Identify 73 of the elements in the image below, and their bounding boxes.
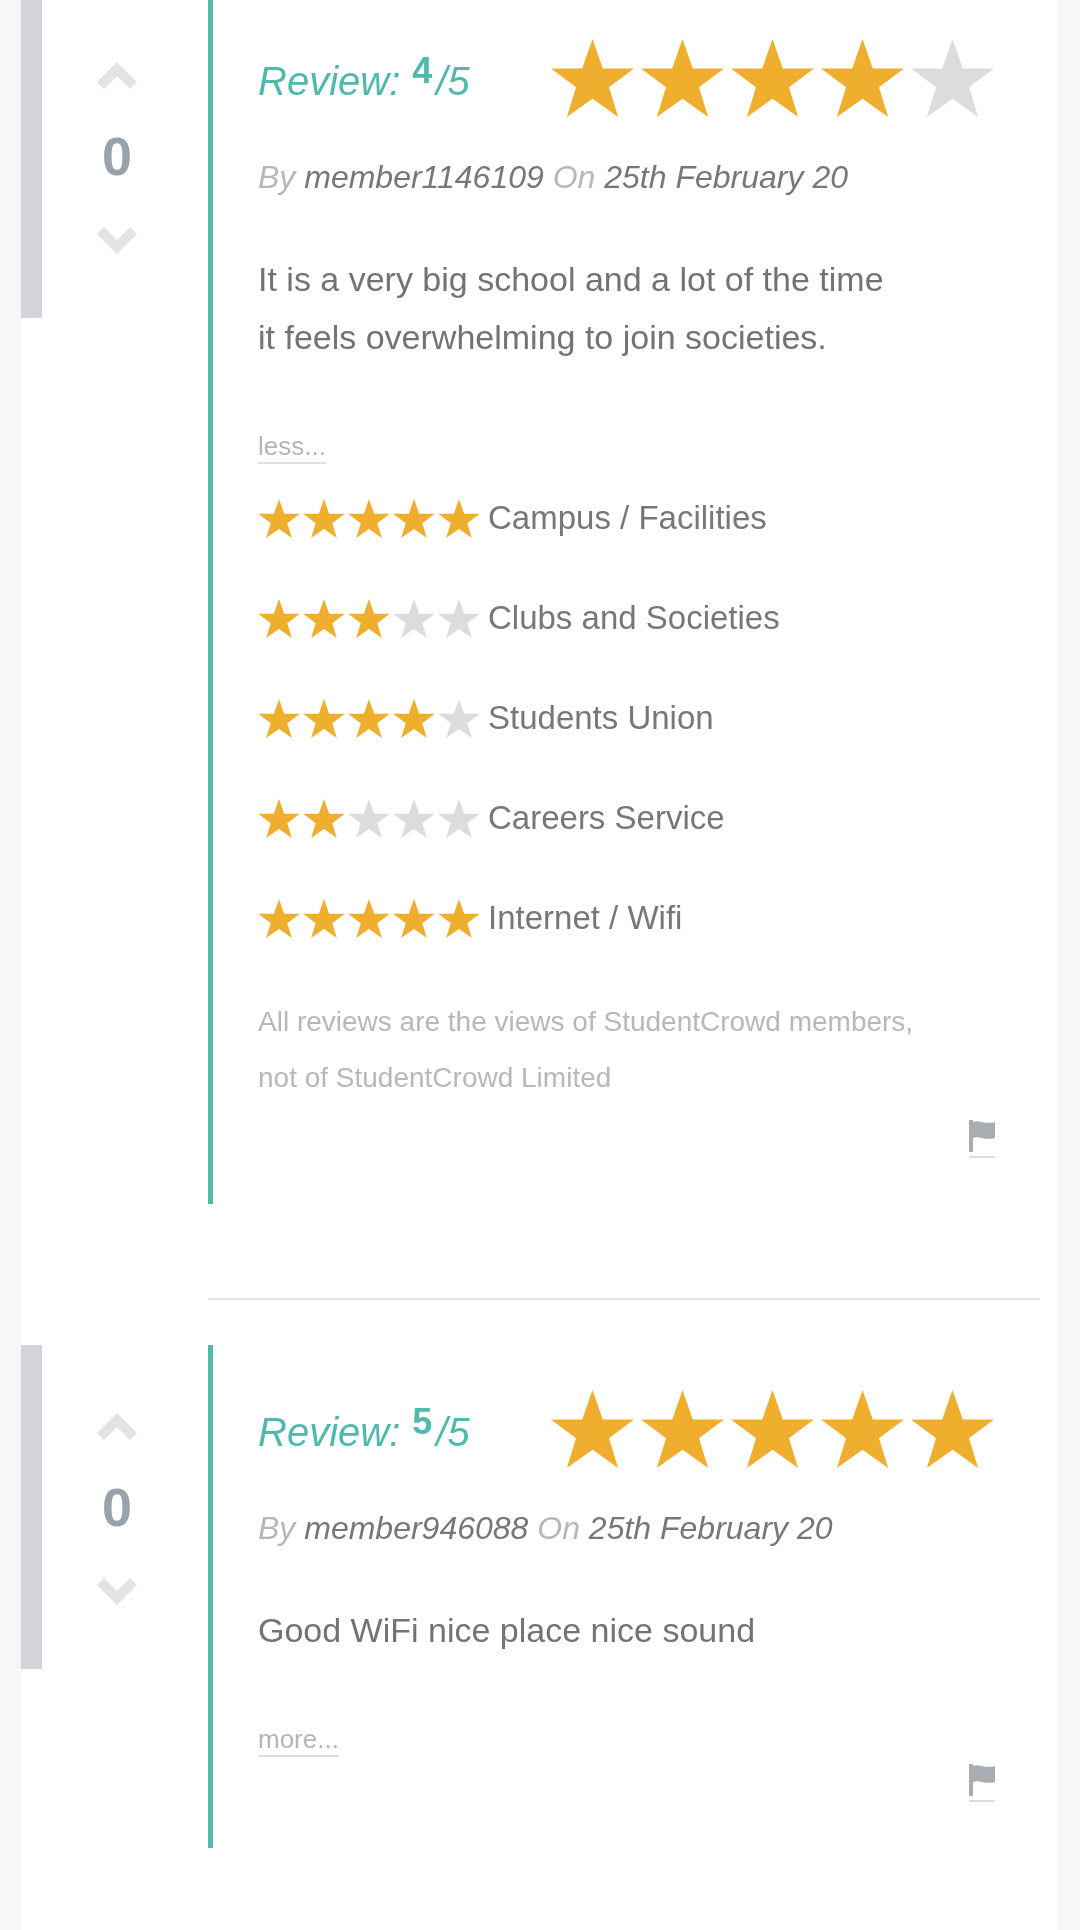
star-icon <box>438 498 480 538</box>
upvote-button[interactable] <box>97 1413 137 1440</box>
star-icon <box>641 39 724 117</box>
review-label: Review: <box>258 1409 401 1456</box>
star-icon <box>258 598 300 638</box>
disclaimer-text: All reviews are the views of StudentCrowd members, not of StudentCrowd Limited <box>258 1005 915 1095</box>
report-button[interactable] <box>969 1120 995 1158</box>
star-icon <box>348 798 390 838</box>
toggle-link[interactable]: less... <box>258 430 326 464</box>
star-icon <box>731 39 814 117</box>
review-date: 25th February 20 <box>604 159 848 195</box>
flag-icon <box>969 1764 995 1796</box>
star-icon <box>821 1390 904 1468</box>
review-label: Review: <box>258 58 401 105</box>
star-icon <box>911 1390 994 1468</box>
author-name: member946088 <box>304 1510 529 1546</box>
category-label: Internet / Wifi <box>488 898 683 938</box>
upvote-button[interactable] <box>97 62 137 89</box>
downvote-button[interactable] <box>97 227 137 254</box>
chevron-up-icon <box>97 1413 137 1440</box>
on-label: On <box>552 159 596 195</box>
review-score: 4 <box>412 51 433 91</box>
star-icon <box>348 698 390 738</box>
report-button[interactable] <box>969 1764 995 1802</box>
star-icon <box>393 598 435 638</box>
star-icon <box>303 798 345 838</box>
author-name: member1146109 <box>304 159 544 195</box>
review-scale: /5 <box>436 58 470 105</box>
category-label: Campus / Facilities <box>488 498 767 538</box>
star-icon <box>303 598 345 638</box>
category-label: Clubs and Societies <box>488 598 780 638</box>
on-label: On <box>537 1510 580 1546</box>
star-icon <box>393 898 435 938</box>
category-label: Students Union <box>488 698 714 738</box>
star-icon <box>393 798 435 838</box>
star-icon <box>258 698 300 738</box>
star-icon <box>438 598 480 638</box>
star-icon <box>438 698 480 738</box>
star-icon <box>393 698 435 738</box>
star-icon <box>641 1390 724 1468</box>
star-icon <box>258 798 300 838</box>
star-icon <box>348 498 390 538</box>
review-text: Good WiFi nice place nice sound <box>258 1610 757 1651</box>
star-icon <box>731 1390 814 1468</box>
chevron-up-icon <box>97 62 137 89</box>
toggle-link[interactable]: more... <box>258 1723 339 1757</box>
star-icon <box>258 498 300 538</box>
star-icon <box>348 898 390 938</box>
chevron-down-icon <box>97 1578 137 1605</box>
vote-count: 0 <box>101 1480 132 1534</box>
star-icon <box>821 39 904 117</box>
by-label: By <box>258 1510 296 1546</box>
review-scale: /5 <box>436 1409 470 1456</box>
by-label: By <box>258 159 296 195</box>
star-icon <box>551 1390 634 1468</box>
flag-icon <box>969 1120 995 1152</box>
vote-count: 0 <box>101 129 132 183</box>
star-icon <box>438 798 480 838</box>
star-icon <box>911 39 994 117</box>
star-icon <box>303 898 345 938</box>
chevron-down-icon <box>97 227 137 254</box>
downvote-button[interactable] <box>97 1578 137 1605</box>
star-icon <box>303 498 345 538</box>
star-icon <box>348 598 390 638</box>
review-date: 25th February 20 <box>588 1510 833 1546</box>
review-text: It is a very big school and a lot of the time it feels overwhelming to join societies. <box>258 259 885 358</box>
category-label: Careers Service <box>488 798 725 838</box>
star-icon <box>258 898 300 938</box>
star-icon <box>393 498 435 538</box>
review-score: 5 <box>412 1402 433 1442</box>
star-icon <box>438 898 480 938</box>
star-icon <box>303 698 345 738</box>
star-icon <box>551 39 634 117</box>
